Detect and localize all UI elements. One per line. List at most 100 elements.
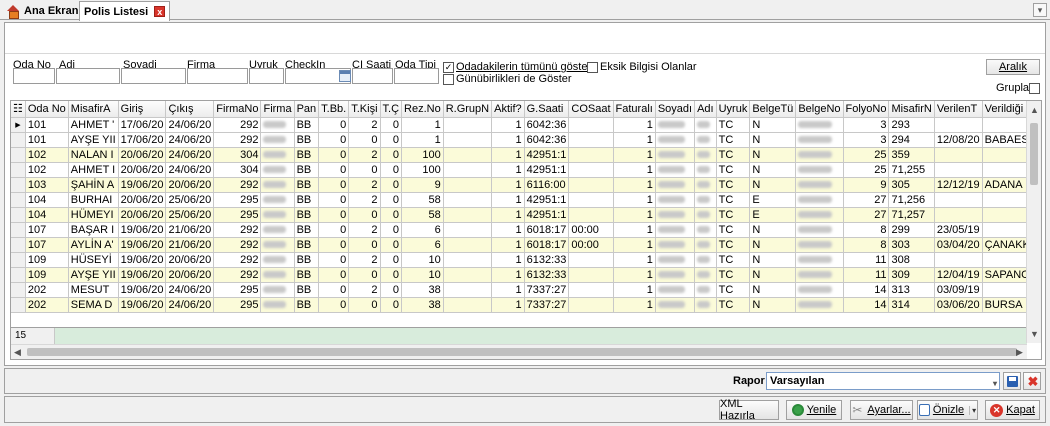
table-cell[interactable]: 1 (613, 282, 656, 298)
table-cell[interactable]: 1 (613, 147, 656, 163)
table-cell[interactable]: BB (294, 207, 320, 223)
table-cell[interactable] (260, 132, 295, 148)
table-cell[interactable]: 102 (25, 147, 69, 163)
table-cell[interactable]: 0 (380, 282, 403, 298)
table-cell[interactable] (568, 117, 614, 133)
table-row[interactable]: 104 BURHAI 20/06/20 25/06/20 295 BB 0 2 0 58 1 4295… (11, 192, 1041, 208)
table-cell[interactable]: 38 (401, 297, 444, 313)
table-cell[interactable]: TC (716, 267, 751, 283)
table-cell[interactable]: 10 (401, 252, 444, 268)
table-cell[interactable]: 1 (491, 267, 525, 283)
table-cell[interactable]: 0 (318, 147, 350, 163)
table-cell[interactable]: 0 (380, 132, 403, 148)
table-cell[interactable]: 2 (348, 147, 381, 163)
table-cell[interactable]: 1 (491, 192, 525, 208)
table-cell[interactable]: 19/06/20 (118, 237, 167, 253)
table-cell[interactable] (260, 192, 295, 208)
table-cell[interactable] (795, 222, 844, 238)
table-cell[interactable]: 23/05/19 (934, 222, 983, 238)
row-indicator[interactable] (11, 237, 26, 253)
column-header[interactable]: Firma (260, 101, 295, 118)
table-cell[interactable]: 17/06/20 (118, 132, 167, 148)
table-cell[interactable]: 24/06/20 (165, 297, 215, 313)
table-cell[interactable]: 14 (843, 282, 890, 298)
table-cell[interactable]: 42951:1 (524, 162, 570, 178)
table-row[interactable]: 101 AYŞE YII 17/06/20 24/06/20 292 BB 0 0 0 1 1 604… (11, 132, 1041, 148)
column-header[interactable]: COSaat (568, 101, 614, 118)
column-header[interactable]: Çıkış (165, 101, 215, 118)
table-cell[interactable]: TC (716, 132, 751, 148)
table-cell[interactable] (982, 147, 1033, 163)
column-header[interactable]: Pan (294, 101, 320, 118)
table-cell[interactable]: 2 (348, 252, 381, 268)
table-cell[interactable]: 19/06/20 (118, 222, 167, 238)
table-cell[interactable]: 25/06/20 (165, 192, 215, 208)
scroll-up-icon[interactable]: ▲ (1030, 105, 1039, 115)
table-cell[interactable]: 12/08/20 (934, 132, 983, 148)
table-cell[interactable] (934, 192, 983, 208)
table-cell[interactable]: TC (716, 282, 751, 298)
table-row[interactable]: 107 AYLİN A' 19/06/20 21/06/20 292 BB 0 0 0 6 1 601… (11, 237, 1041, 253)
table-cell[interactable]: 24/06/20 (165, 162, 215, 178)
table-cell[interactable]: 03/09/19 (934, 282, 983, 298)
table-cell[interactable]: NALAN I (68, 147, 119, 163)
table-cell[interactable]: 6 (401, 222, 444, 238)
table-cell[interactable]: 0 (348, 207, 381, 223)
chevron-down-icon[interactable]: ▾ (993, 376, 997, 392)
table-cell[interactable]: TC (716, 147, 751, 163)
table-cell[interactable] (568, 267, 614, 283)
table-cell[interactable] (655, 177, 696, 193)
table-cell[interactable] (260, 147, 295, 163)
table-row[interactable]: 102 NALAN I 20/06/20 24/06/20 304 BB 0 2 0 100 1 42… (11, 147, 1041, 163)
table-cell[interactable]: 292 (213, 222, 262, 238)
table-cell[interactable]: 03/06/20 (934, 297, 983, 313)
table-cell[interactable]: 305 (888, 177, 935, 193)
table-cell[interactable]: 1 (491, 132, 525, 148)
row-indicator[interactable] (11, 132, 26, 148)
table-cell[interactable]: BB (294, 147, 320, 163)
table-cell[interactable]: 6018:17 (524, 237, 570, 253)
table-cell[interactable] (795, 297, 844, 313)
scroll-right-icon[interactable]: ▶ (1016, 347, 1023, 357)
table-cell[interactable]: 202 (25, 282, 69, 298)
table-cell[interactable]: 19/06/20 (118, 282, 167, 298)
column-header[interactable]: Oda No (25, 101, 69, 118)
row-indicator[interactable] (11, 177, 26, 193)
table-cell[interactable] (260, 222, 295, 238)
table-cell[interactable]: 3 (843, 132, 890, 148)
table-cell[interactable] (568, 282, 614, 298)
table-cell[interactable]: 292 (213, 267, 262, 283)
table-cell[interactable] (982, 282, 1033, 298)
table-cell[interactable]: 0 (318, 252, 350, 268)
table-cell[interactable]: BABAES (982, 132, 1033, 148)
table-cell[interactable]: 303 (888, 237, 935, 253)
table-cell[interactable] (655, 267, 696, 283)
table-cell[interactable]: 20/06/20 (165, 252, 215, 268)
table-cell[interactable]: 0 (318, 177, 350, 193)
table-cell[interactable]: 20/06/20 (165, 177, 215, 193)
table-cell[interactable]: 1 (613, 192, 656, 208)
table-cell[interactable]: 0 (348, 237, 381, 253)
table-cell[interactable]: 292 (213, 237, 262, 253)
table-cell[interactable]: 295 (213, 192, 262, 208)
table-row[interactable]: 102 AHMET I 20/06/20 24/06/20 304 BB 0 0 0 100 1 42… (11, 162, 1041, 178)
table-cell[interactable]: 0 (348, 162, 381, 178)
table-cell[interactable]: HÜSEYİ (68, 252, 119, 268)
table-cell[interactable]: TC (716, 117, 751, 133)
table-cell[interactable]: 104 (25, 192, 69, 208)
table-cell[interactable] (443, 177, 493, 193)
table-cell[interactable]: 1 (613, 162, 656, 178)
table-cell[interactable]: ŞAHİN A (68, 177, 119, 193)
column-header[interactable]: MisafirN (888, 101, 935, 118)
table-cell[interactable] (568, 132, 614, 148)
column-header[interactable]: MisafirA (68, 101, 119, 118)
table-cell[interactable]: TC (716, 252, 751, 268)
table-cell[interactable]: N (749, 237, 797, 253)
table-cell[interactable]: SEMA D (68, 297, 119, 313)
table-cell[interactable]: 25 (843, 147, 890, 163)
table-cell[interactable]: 1 (491, 222, 525, 238)
column-header[interactable]: Uyruk (716, 101, 751, 118)
table-cell[interactable]: 8 (843, 222, 890, 238)
table-cell[interactable]: 309 (888, 267, 935, 283)
table-cell[interactable] (443, 267, 493, 283)
